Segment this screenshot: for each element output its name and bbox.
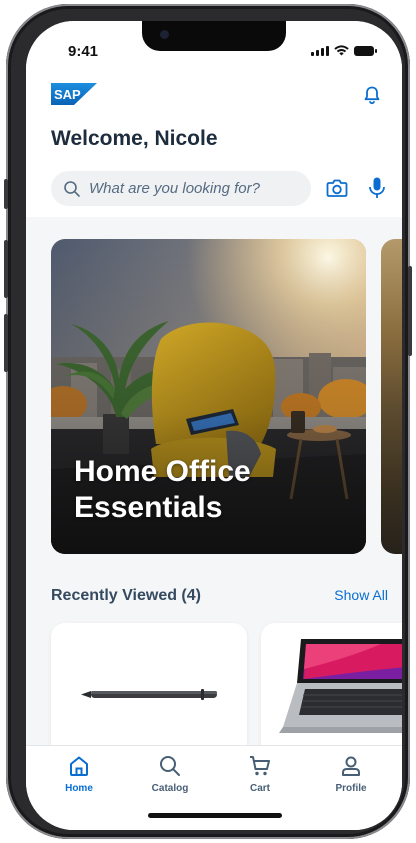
hero-banner-next[interactable]	[381, 239, 402, 554]
search-icon	[160, 756, 180, 776]
welcome-title: Welcome, Nicole	[51, 127, 218, 150]
bell-icon[interactable]	[362, 85, 382, 105]
search-icon	[64, 180, 80, 197]
hero-banner[interactable]: Home Office Essentials	[51, 239, 366, 554]
silent-switch	[4, 179, 8, 209]
tab-label-profile: Profile	[335, 783, 367, 794]
sap-logo-text: SAP	[54, 87, 81, 102]
status-icons	[311, 45, 377, 56]
home-icon	[70, 756, 88, 776]
wifi-icon	[334, 45, 349, 56]
camera-icon[interactable]	[326, 178, 348, 198]
tab-label-catalog: Catalog	[151, 783, 189, 794]
volume-up-button	[4, 240, 8, 298]
signal-icon	[311, 46, 329, 56]
volume-down-button	[4, 314, 8, 372]
device-frame: 9:41 SAP Welcome, Nicole What are you lo…	[4, 4, 412, 839]
tab-home[interactable]: Home	[39, 754, 119, 794]
show-all-link[interactable]: Show All	[334, 587, 388, 603]
tab-profile[interactable]: Profile	[311, 754, 391, 794]
search-input[interactable]: What are you looking for?	[51, 171, 311, 206]
notch	[142, 21, 286, 51]
app-screen: 9:41 SAP Welcome, Nicole What are you lo…	[26, 21, 402, 830]
hero-title: Home Office Essentials	[74, 455, 251, 524]
search-placeholder: What are you looking for?	[89, 180, 260, 197]
profile-icon	[342, 756, 360, 776]
power-button	[408, 266, 412, 356]
tab-label-cart: Cart	[249, 783, 270, 794]
cart-icon	[250, 756, 270, 776]
battery-icon	[354, 46, 377, 56]
tab-catalog[interactable]: Catalog	[130, 754, 210, 794]
tab-cart[interactable]: Cart	[220, 754, 300, 794]
microphone-icon[interactable]	[367, 176, 387, 200]
section-title: Recently Viewed (4)	[51, 587, 201, 604]
status-time: 9:41	[68, 43, 99, 60]
sap-logo: SAP	[51, 83, 97, 105]
home-indicator	[148, 813, 282, 818]
tab-label-home: Home	[65, 783, 93, 794]
